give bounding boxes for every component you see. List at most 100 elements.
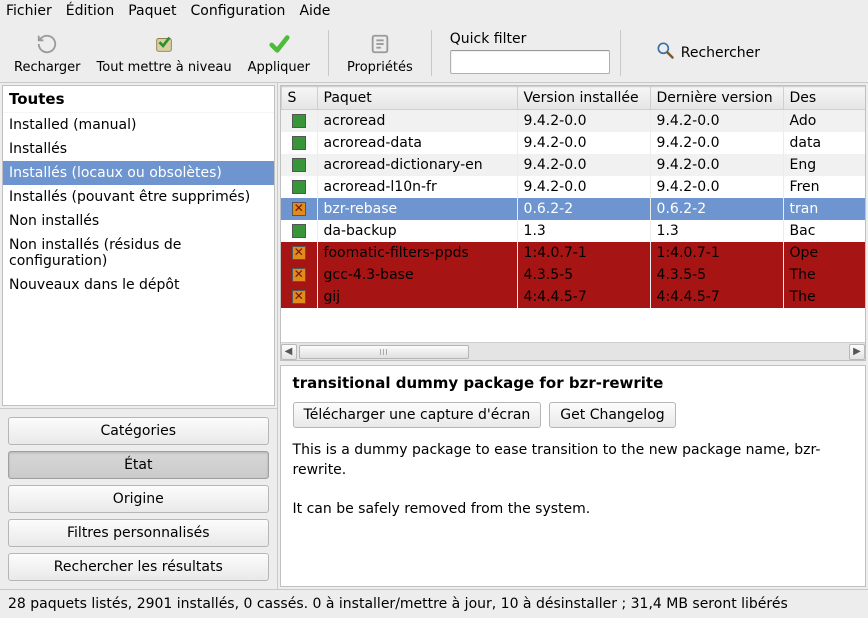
status-marked-remove-icon: [292, 246, 306, 260]
menu-file[interactable]: Fichier: [6, 3, 52, 19]
search-label: Rechercher: [681, 45, 760, 61]
package-name-cell: acroread-data: [317, 132, 517, 154]
upgrade-all-label: Tout mettre à niveau: [97, 60, 232, 75]
state-button[interactable]: État: [8, 451, 269, 479]
category-item[interactable]: Installés (pouvant être supprimés): [3, 185, 274, 209]
package-name-cell: bzr-rebase: [317, 198, 517, 220]
left-button-group: Catégories État Origine Filtres personna…: [0, 408, 277, 589]
status-installed-icon: [292, 158, 306, 172]
category-item[interactable]: Nouveaux dans le dépôt: [3, 273, 274, 297]
description-cell: Bac: [783, 220, 865, 242]
status-cell[interactable]: [281, 154, 317, 176]
apply-button[interactable]: Appliquer: [240, 26, 318, 80]
properties-button[interactable]: Propriétés: [339, 26, 421, 80]
apply-icon: [267, 30, 291, 58]
latest-version-cell: 0.6.2-2: [650, 198, 783, 220]
table-row[interactable]: acroread-data9.4.2-0.09.4.2-0.0data: [281, 132, 865, 154]
toolbar-separator-2: [431, 30, 432, 76]
scroll-thumb[interactable]: [299, 345, 469, 359]
status-cell[interactable]: [281, 176, 317, 198]
search-button[interactable]: Rechercher: [655, 40, 760, 65]
description-cell: The: [783, 264, 865, 286]
main-split: Toutes Installed (manual)InstallésInstal…: [0, 83, 868, 589]
table-row[interactable]: acroread-l10n-fr9.4.2-0.09.4.2-0.0Fren: [281, 176, 865, 198]
col-status[interactable]: S: [281, 87, 317, 110]
menubar: Fichier Édition Paquet Configuration Aid…: [0, 0, 868, 23]
col-description[interactable]: Des: [783, 87, 865, 110]
installed-version-cell: 9.4.2-0.0: [517, 110, 650, 133]
origin-button[interactable]: Origine: [8, 485, 269, 513]
latest-version-cell: 9.4.2-0.0: [650, 176, 783, 198]
latest-version-cell: 4.3.5-5: [650, 264, 783, 286]
status-cell[interactable]: [281, 242, 317, 264]
table-row[interactable]: da-backup1.31.3Bac: [281, 220, 865, 242]
table-row[interactable]: bzr-rebase0.6.2-20.6.2-2tran: [281, 198, 865, 220]
upgrade-icon: [152, 30, 176, 58]
category-header: Toutes: [3, 86, 274, 113]
table-row[interactable]: acroread9.4.2-0.09.4.2-0.0Ado: [281, 110, 865, 133]
latest-version-cell: 1.3: [650, 220, 783, 242]
status-cell[interactable]: [281, 286, 317, 308]
package-table-container: S Paquet Version installée Dernière vers…: [280, 85, 866, 361]
table-row[interactable]: gij4:4.4.5-74:4.4.5-7The: [281, 286, 865, 308]
scroll-right-arrow[interactable]: ▶: [849, 344, 865, 360]
status-cell[interactable]: [281, 198, 317, 220]
search-icon: [655, 40, 675, 65]
quick-filter-input[interactable]: [450, 50, 610, 74]
package-name-cell: gcc-4.3-base: [317, 264, 517, 286]
custom-filters-button[interactable]: Filtres personnalisés: [8, 519, 269, 547]
col-installed-version[interactable]: Version installée: [517, 87, 650, 110]
category-item[interactable]: Installés (locaux ou obsolètes): [3, 161, 274, 185]
details-paragraph-2: It can be safely removed from the system…: [293, 499, 853, 519]
category-item[interactable]: Installed (manual): [3, 113, 274, 137]
status-cell[interactable]: [281, 264, 317, 286]
description-cell: Fren: [783, 176, 865, 198]
package-table-viewport[interactable]: S Paquet Version installée Dernière vers…: [281, 86, 865, 342]
menu-edit[interactable]: Édition: [66, 3, 114, 19]
reload-button[interactable]: Recharger: [6, 26, 89, 80]
latest-version-cell: 9.4.2-0.0: [650, 110, 783, 133]
package-table: S Paquet Version installée Dernière vers…: [281, 86, 865, 308]
category-list: Toutes Installed (manual)InstallésInstal…: [2, 85, 275, 406]
package-name-cell: acroread-l10n-fr: [317, 176, 517, 198]
menu-settings[interactable]: Configuration: [190, 3, 285, 19]
description-cell: Ado: [783, 110, 865, 133]
table-row[interactable]: foomatic-filters-ppds1:4.0.7-11:4.0.7-1O…: [281, 242, 865, 264]
col-latest-version[interactable]: Dernière version: [650, 87, 783, 110]
quick-filter-label: Quick filter: [450, 31, 610, 47]
table-row[interactable]: gcc-4.3-base4.3.5-54.3.5-5The: [281, 264, 865, 286]
category-item[interactable]: Non installés: [3, 209, 274, 233]
details-body: This is a dummy package to ease transiti…: [293, 440, 853, 537]
table-row[interactable]: acroread-dictionary-en9.4.2-0.09.4.2-0.0…: [281, 154, 865, 176]
description-cell: The: [783, 286, 865, 308]
installed-version-cell: 9.4.2-0.0: [517, 176, 650, 198]
upgrade-all-button[interactable]: Tout mettre à niveau: [89, 26, 240, 80]
installed-version-cell: 1:4.0.7-1: [517, 242, 650, 264]
installed-version-cell: 9.4.2-0.0: [517, 132, 650, 154]
category-item[interactable]: Non installés (résidus de configuration): [3, 233, 274, 273]
installed-version-cell: 4:4.4.5-7: [517, 286, 650, 308]
categories-button[interactable]: Catégories: [8, 417, 269, 445]
details-title: transitional dummy package for bzr-rewri…: [293, 374, 853, 392]
scroll-left-arrow[interactable]: ◀: [281, 344, 297, 360]
status-cell[interactable]: [281, 132, 317, 154]
properties-label: Propriétés: [347, 60, 413, 75]
description-cell: tran: [783, 198, 865, 220]
status-cell[interactable]: [281, 220, 317, 242]
scroll-track[interactable]: [297, 345, 849, 359]
description-cell: data: [783, 132, 865, 154]
search-results-button[interactable]: Rechercher les résultats: [8, 553, 269, 581]
menu-package[interactable]: Paquet: [128, 3, 176, 19]
get-changelog-button[interactable]: Get Changelog: [549, 402, 675, 428]
horizontal-scrollbar[interactable]: ◀ ▶: [281, 342, 865, 360]
package-name-cell: acroread-dictionary-en: [317, 154, 517, 176]
col-package[interactable]: Paquet: [317, 87, 517, 110]
package-name-cell: foomatic-filters-ppds: [317, 242, 517, 264]
category-item[interactable]: Installés: [3, 137, 274, 161]
reload-label: Recharger: [14, 60, 81, 75]
status-installed-icon: [292, 224, 306, 238]
status-cell[interactable]: [281, 110, 317, 133]
status-installed-icon: [292, 180, 306, 194]
download-screenshot-button[interactable]: Télécharger une capture d'écran: [293, 402, 542, 428]
menu-help[interactable]: Aide: [299, 3, 330, 19]
